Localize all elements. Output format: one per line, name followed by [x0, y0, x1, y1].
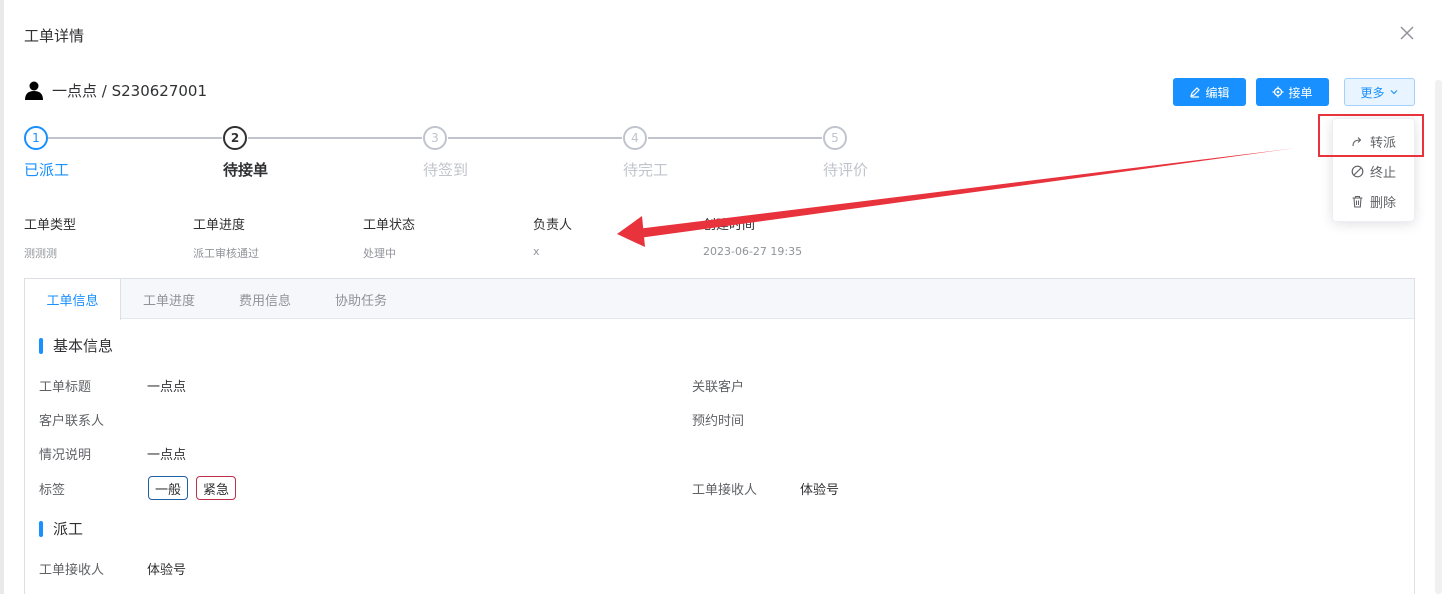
field-label-appointment: 预约时间 [692, 414, 745, 429]
scrollbar[interactable] [1435, 80, 1442, 594]
summary-value: x [533, 245, 540, 258]
edit-button-label: 编辑 [1205, 85, 1230, 100]
summary-value: 2023-06-27 19:35 [703, 245, 803, 258]
field-value-receiver: 体验号 [800, 483, 840, 498]
edit-icon [1190, 87, 1201, 98]
delete-icon [1352, 195, 1363, 208]
field-label-tags: 标签 [39, 483, 66, 498]
summary-owner: 负责人 x [533, 214, 572, 258]
summary-value: 处理中 [363, 247, 396, 260]
step-3-label: 待签到 [423, 161, 469, 179]
order-header: 一点点 / S230627001 [24, 78, 207, 102]
summary-label: 工单类型 [24, 218, 77, 233]
step-4-label: 待完工 [623, 161, 669, 179]
summary-value: 测测测 [24, 247, 57, 260]
order-name-number: 一点点 / S230627001 [52, 81, 208, 100]
section-basic-info: 基本信息 [39, 335, 113, 356]
order-tabs-panel: 工单信息 工单进度 费用信息 协助任务 基本信息 工单标题 一点点 关联客户 客… [24, 278, 1415, 594]
gear-icon [1272, 86, 1284, 98]
tab-order-info[interactable]: 工单信息 [25, 279, 121, 320]
menu-item-terminate[interactable]: 终止 [1333, 157, 1416, 185]
tab-assist-tasks[interactable]: 协助任务 [313, 279, 409, 319]
tag-normal: 一般 [148, 476, 189, 500]
section-title-text: 基本信息 [53, 337, 114, 355]
section-marker [39, 520, 43, 537]
step-connector [48, 137, 222, 139]
step-2-circle: 2 [223, 126, 247, 150]
tabs-bar: 工单信息 工单进度 费用信息 协助任务 [25, 279, 1414, 320]
field-label-contact: 客户联系人 [39, 414, 105, 429]
summary-value: 派工审核通过 [193, 247, 259, 260]
step-5-circle: 5 [823, 126, 847, 150]
tab-cost-info[interactable]: 费用信息 [217, 279, 313, 319]
field-label-title: 工单标题 [39, 380, 92, 395]
summary-order-type: 工单类型 测测测 [24, 214, 76, 261]
more-dropdown-button[interactable]: 更多 [1344, 78, 1415, 106]
summary-order-status: 工单状态 处理中 [363, 214, 415, 261]
step-connector [248, 137, 422, 139]
stop-icon [1351, 165, 1364, 177]
summary-label: 创建时间 [703, 218, 756, 233]
field-label-description: 情况说明 [39, 448, 92, 463]
user-icon [25, 81, 43, 100]
order-steps: 1 2 3 4 5 已派工 待接单 待签到 待完工 待评价 [24, 126, 1124, 186]
tab-order-progress[interactable]: 工单进度 [121, 279, 217, 319]
backdrop-edge [0, 0, 4, 594]
menu-item-delete[interactable]: 删除 [1333, 187, 1416, 215]
section-dispatch: 派工 [39, 518, 83, 539]
field-value-dispatch-receiver: 体验号 [147, 563, 187, 578]
step-4-circle: 4 [623, 126, 647, 150]
chevron-down-icon [1390, 90, 1397, 95]
menu-item-label: 终止 [1370, 165, 1397, 181]
step-1-label: 已派工 [24, 161, 70, 179]
field-value-title: 一点点 [147, 380, 187, 395]
work-order-detail-dialog: 工单详情 一点点 / S230627001 编辑 接单 更多 1 2 3 4 5… [0, 0, 1443, 594]
field-label-customer: 关联客户 [692, 380, 745, 395]
edit-button[interactable]: 编辑 [1173, 78, 1246, 106]
accept-button-label: 接单 [1288, 85, 1313, 100]
summary-order-progress: 工单进度 派工审核通过 [193, 214, 259, 261]
field-label-dispatch-receiver: 工单接收人 [39, 563, 105, 578]
summary-label: 负责人 [533, 218, 573, 233]
step-connector [648, 137, 822, 139]
summary-created-time: 创建时间 2023-06-27 19:35 [703, 214, 802, 258]
step-3-circle: 3 [423, 126, 447, 150]
tag-urgent: 紧急 [196, 476, 237, 500]
step-1-circle: 1 [24, 126, 48, 150]
close-icon[interactable] [1397, 23, 1417, 43]
field-label-receiver: 工单接收人 [692, 483, 758, 498]
step-2-label: 待接单 [223, 161, 269, 179]
summary-label: 工单状态 [363, 218, 416, 233]
summary-label: 工单进度 [193, 218, 246, 233]
menu-item-label: 删除 [1370, 195, 1397, 211]
step-connector [448, 137, 622, 139]
more-button-label: 更多 [1360, 85, 1385, 100]
section-marker [39, 337, 43, 354]
dialog-title: 工单详情 [24, 27, 85, 45]
field-value-description: 一点点 [147, 448, 187, 463]
section-title-text: 派工 [53, 520, 84, 538]
accept-order-button[interactable]: 接单 [1256, 78, 1329, 106]
annotation-highlight-box [1318, 114, 1424, 157]
step-5-label: 待评价 [823, 161, 869, 179]
